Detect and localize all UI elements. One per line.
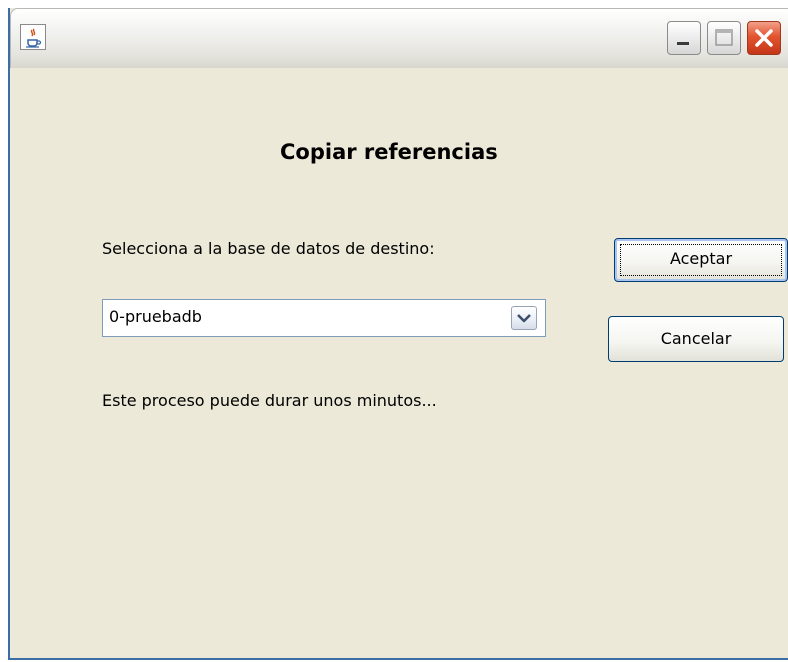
focus-ring bbox=[620, 244, 782, 276]
close-button[interactable] bbox=[747, 21, 781, 55]
title-bar[interactable] bbox=[10, 8, 788, 68]
maximize-button[interactable] bbox=[707, 21, 741, 55]
maximize-icon bbox=[715, 29, 733, 46]
dialog-heading: Copiar referencias bbox=[280, 140, 498, 164]
dialog-window: Copiar referencias Selecciona a la base … bbox=[8, 8, 788, 660]
chevron-down-icon bbox=[517, 314, 531, 323]
selected-db-value: 0-pruebadb bbox=[109, 307, 202, 326]
close-icon bbox=[755, 29, 773, 47]
accept-button[interactable]: Aceptar bbox=[614, 238, 788, 282]
minimize-button[interactable] bbox=[667, 21, 701, 55]
cancel-button[interactable]: Cancelar bbox=[608, 316, 784, 362]
cancel-button-label: Cancelar bbox=[660, 329, 732, 348]
dropdown-button[interactable] bbox=[511, 306, 537, 330]
minimize-icon bbox=[677, 42, 689, 45]
java-cup-icon[interactable] bbox=[20, 24, 46, 50]
destination-db-select[interactable]: 0-pruebadb bbox=[102, 299, 546, 337]
duration-notice: Este proceso puede durar unos minutos... bbox=[102, 391, 437, 410]
destination-db-label: Selecciona a la base de datos de destino… bbox=[102, 239, 435, 258]
